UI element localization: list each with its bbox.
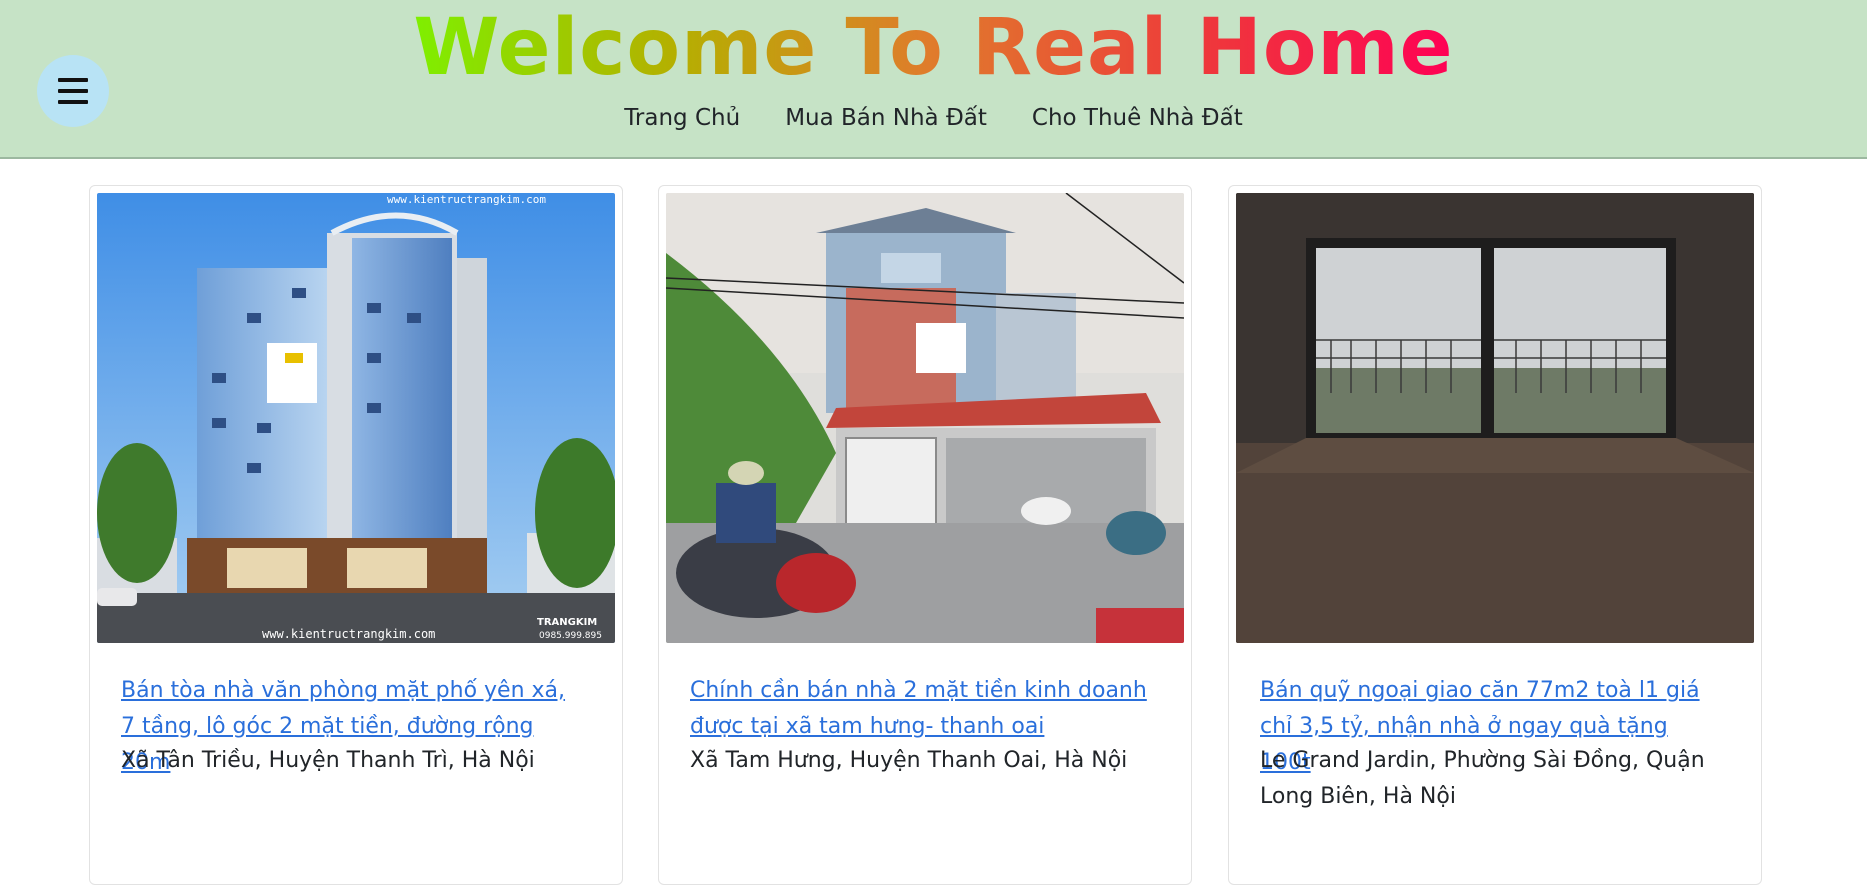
brand-logo: TRANGKIM bbox=[537, 617, 597, 628]
listing-card[interactable]: www.kientructrangkim.com www.kientructra… bbox=[89, 185, 623, 885]
listing-address: Xã Tân Triều, Huyện Thanh Trì, Hà Nội bbox=[121, 748, 535, 773]
site-header: Welcome To Real Home Trang Chủ Mua Bán N… bbox=[0, 0, 1867, 159]
listing-address: Le Grand Jardin, Phường Sài Đồng, Quận L… bbox=[1260, 748, 1705, 809]
listing-photo-street-house[interactable] bbox=[666, 193, 1184, 643]
listing-photo-office-building[interactable]: www.kientructrangkim.com www.kientructra… bbox=[97, 193, 615, 643]
main-nav: Trang Chủ Mua Bán Nhà Đất Cho Thuê Nhà Đ… bbox=[0, 100, 1867, 136]
site-title: Welcome To Real Home bbox=[0, 0, 1867, 96]
listing-card[interactable]: Bán quỹ ngoại giao căn 77m2 toà l1 giá c… bbox=[1228, 185, 1762, 885]
nav-buy-sell-link[interactable]: Mua Bán Nhà Đất bbox=[785, 100, 987, 136]
phone-watermark: 0985.999.895 bbox=[539, 631, 602, 641]
watermark-bottom: www.kientructrangkim.com bbox=[262, 627, 435, 641]
watermark-top: www.kientructrangkim.com bbox=[387, 193, 546, 206]
nav-home-link[interactable]: Trang Chủ bbox=[624, 100, 740, 136]
listing-title-link[interactable]: Chính cần bán nhà 2 mặt tiền kinh doanh … bbox=[690, 673, 1150, 745]
listing-card[interactable]: Chính cần bán nhà 2 mặt tiền kinh doanh … bbox=[658, 185, 1192, 885]
listing-photo-apartment-interior[interactable] bbox=[1236, 193, 1754, 643]
listing-address: Xã Tam Hưng, Huyện Thanh Oai, Hà Nội bbox=[690, 748, 1128, 773]
nav-rent-link[interactable]: Cho Thuê Nhà Đất bbox=[1032, 100, 1243, 136]
